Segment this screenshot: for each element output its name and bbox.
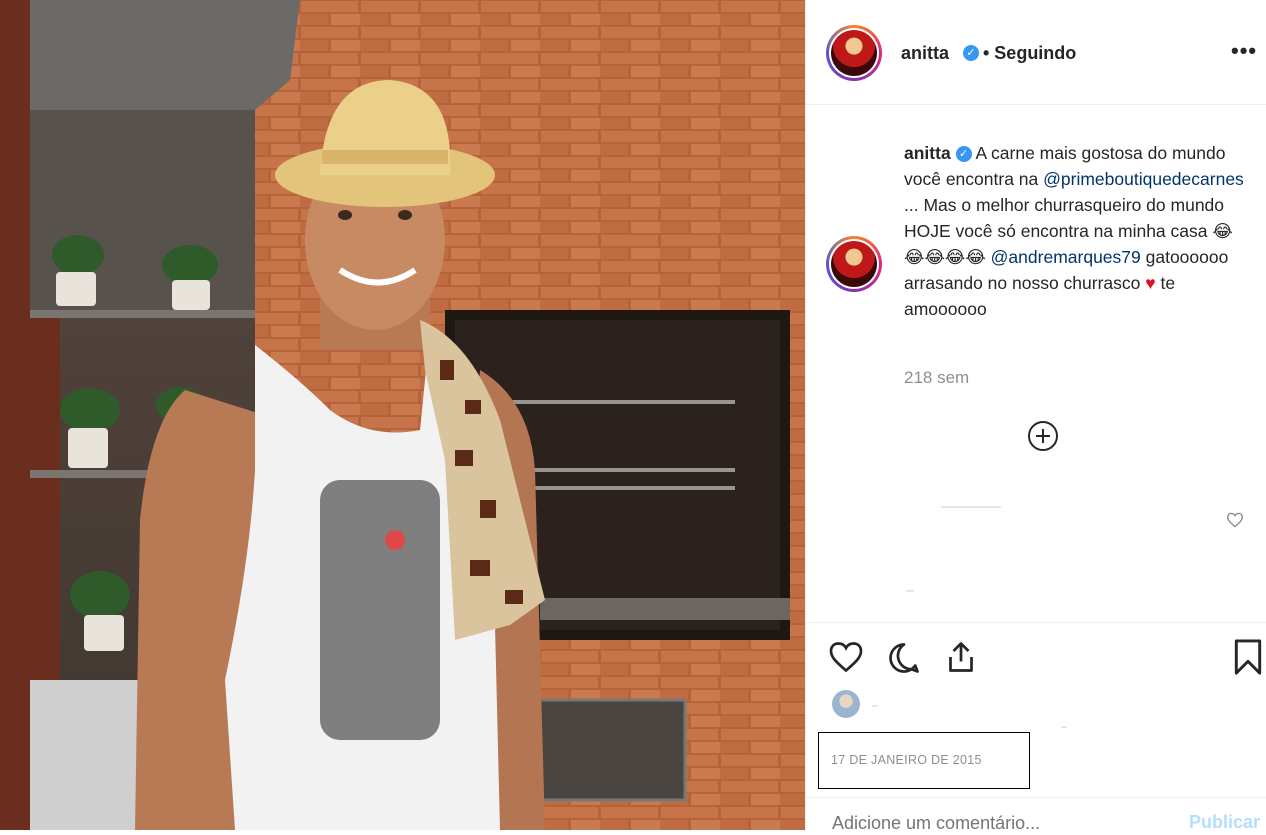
comment-bubble-icon[interactable] xyxy=(886,640,922,676)
mention-link-1[interactable]: @primeboutiquedecarnes xyxy=(1043,169,1244,189)
follow-status[interactable]: • Seguindo xyxy=(983,43,1076,64)
heart-emoji: ♥ xyxy=(1145,273,1156,293)
caption-timestamp[interactable]: 218 sem xyxy=(904,368,969,388)
faint-text xyxy=(872,705,878,707)
more-options-icon[interactable]: ••• xyxy=(1231,38,1257,64)
caption-text-2: ... Mas o melhor churrasqueiro do mundo … xyxy=(904,195,1225,241)
post-side-panel: anitta ✓ • Seguindo ••• anitta ✓ A carne… xyxy=(805,0,1266,835)
faint-text xyxy=(1061,726,1067,728)
save-bookmark-icon[interactable] xyxy=(1233,638,1263,676)
faint-text xyxy=(941,506,1001,508)
author-avatar[interactable] xyxy=(826,25,882,81)
add-comment-input[interactable] xyxy=(830,812,1154,835)
share-icon[interactable] xyxy=(943,639,979,675)
author-username[interactable]: anitta xyxy=(901,43,949,64)
post-date: 17 DE JANEIRO DE 2015 xyxy=(831,753,982,767)
verified-badge-icon: ✓ xyxy=(963,45,979,61)
post-image xyxy=(0,0,805,830)
caption-author-avatar[interactable] xyxy=(826,236,882,292)
mention-link-2[interactable]: @andremarques79 xyxy=(991,247,1141,267)
caption-verified-icon: ✓ xyxy=(955,146,972,163)
like-heart-icon[interactable] xyxy=(828,640,864,674)
caption-username[interactable]: anitta xyxy=(904,143,951,163)
comment-divider xyxy=(806,797,1266,798)
load-more-comments-icon[interactable] xyxy=(1028,421,1058,451)
liker-avatar[interactable] xyxy=(832,690,860,718)
actions-divider xyxy=(806,622,1266,623)
post-photo[interactable] xyxy=(0,0,805,830)
post-caption: anitta ✓ A carne mais gostosa do mundo v… xyxy=(904,140,1249,322)
post-date-box: 17 DE JANEIRO DE 2015 xyxy=(818,732,1030,789)
comment-like-heart-icon[interactable] xyxy=(1226,512,1244,528)
faint-text xyxy=(906,590,914,592)
post-header: anitta ✓ • Seguindo ••• xyxy=(806,0,1266,105)
